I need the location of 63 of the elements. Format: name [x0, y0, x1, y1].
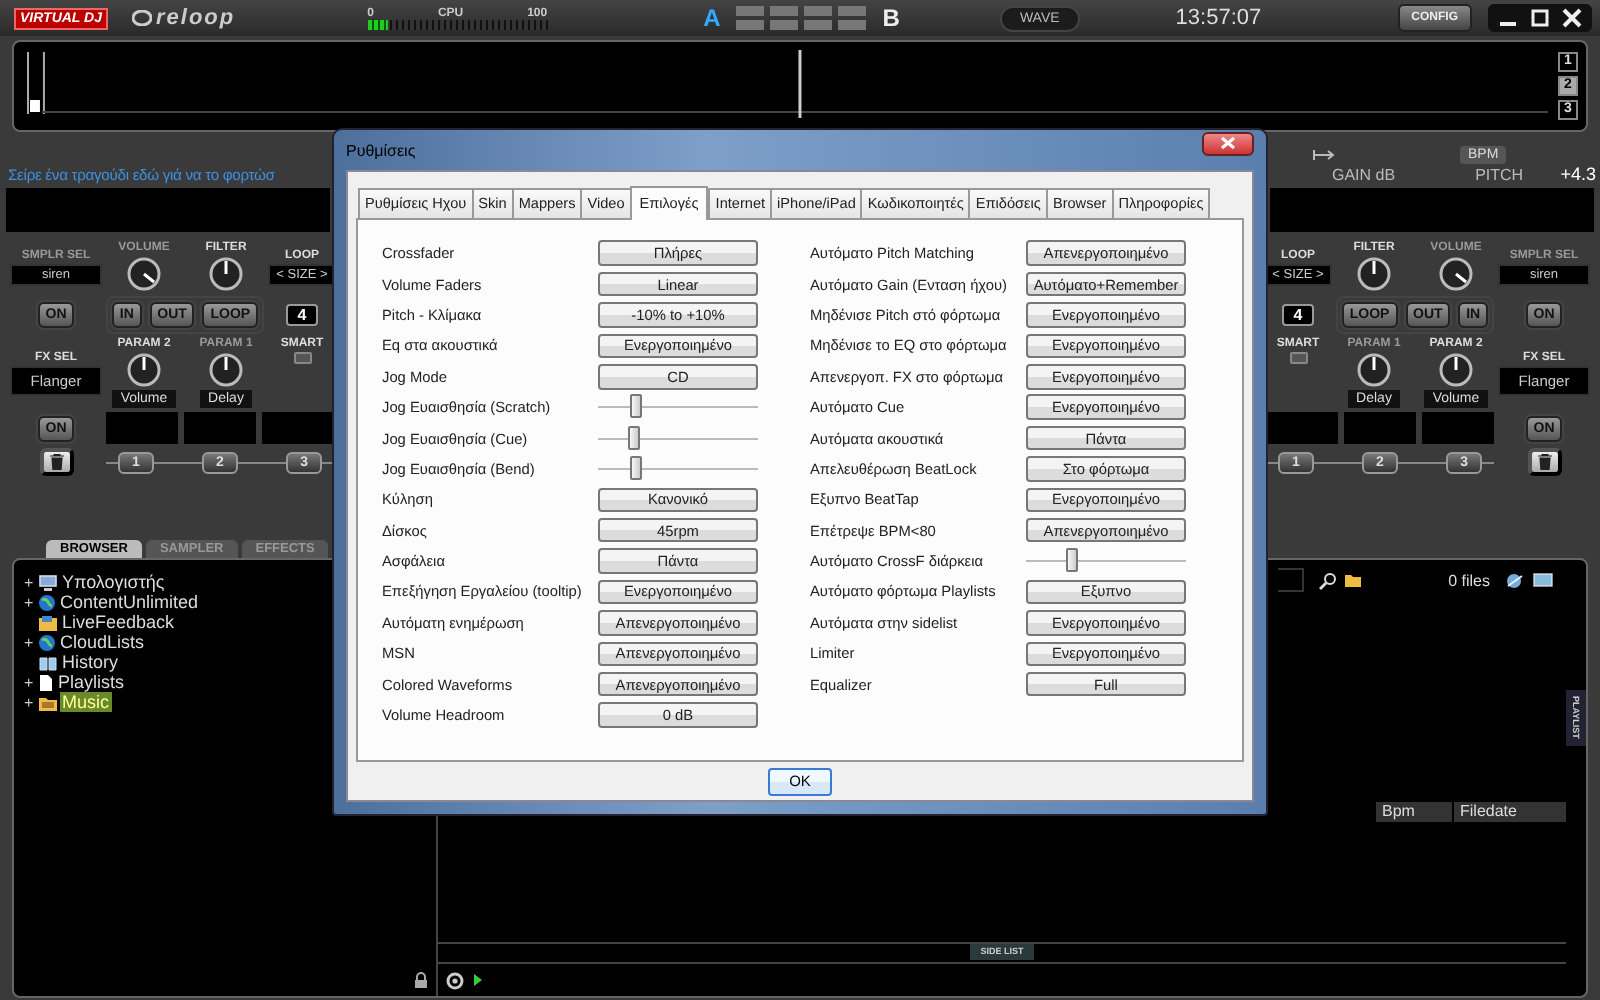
file-icon	[38, 673, 54, 691]
knob[interactable]	[1438, 256, 1474, 292]
close-button[interactable]	[1202, 132, 1254, 156]
play-icon[interactable]	[472, 972, 484, 988]
tree-item[interactable]: History	[60, 652, 121, 672]
tree-item[interactable]: LiveFeedback	[60, 612, 177, 632]
tree-item[interactable]: Playlists	[56, 672, 127, 692]
trash-icon	[1537, 454, 1551, 470]
column-header[interactable]: Bpm	[1376, 802, 1452, 822]
monitor-icon[interactable]	[1532, 571, 1554, 589]
expand-toggle[interactable]: +	[24, 633, 36, 651]
loop-length: 4	[1281, 304, 1315, 326]
clock: 13:57:07	[1175, 6, 1262, 30]
globe-icon	[38, 593, 56, 611]
knob[interactable]	[126, 256, 162, 292]
slider-thumb[interactable]	[1065, 548, 1078, 573]
expand-toggle[interactable]: +	[24, 573, 36, 591]
disc-icon[interactable]	[446, 971, 464, 989]
brand-logo: reloop	[155, 6, 236, 30]
smart-led[interactable]	[1289, 352, 1307, 364]
search-icon[interactable]	[1318, 571, 1339, 589]
file-count: 0 files	[1448, 571, 1490, 589]
pitch-value: +4.3	[1560, 164, 1596, 184]
computer-icon	[38, 573, 58, 591]
slider-thumb[interactable]	[630, 394, 643, 419]
slider-thumb[interactable]	[627, 425, 640, 450]
folder-icon[interactable]	[1344, 572, 1363, 588]
maximize-icon[interactable]	[1526, 6, 1554, 30]
trash-icon	[49, 454, 63, 470]
close-icon[interactable]	[1558, 6, 1586, 30]
book-icon	[38, 653, 58, 671]
trash-button[interactable]	[39, 448, 73, 476]
globe-icon	[38, 633, 56, 651]
dialog-title: Ρυθμίσεις	[346, 141, 416, 159]
knob[interactable]	[1438, 352, 1474, 388]
knob[interactable]	[208, 352, 244, 388]
expand-toggle[interactable]: +	[24, 693, 36, 711]
knob[interactable]	[126, 352, 162, 388]
tree-item[interactable]: ContentUnlimited	[58, 592, 201, 612]
arrow-icon[interactable]	[1312, 148, 1336, 162]
folder-icon	[38, 693, 58, 711]
knob[interactable]	[1356, 352, 1392, 388]
search-field[interactable]	[1278, 568, 1305, 592]
deck-a-label: A	[703, 4, 721, 32]
tree-item[interactable]: CloudLists	[58, 632, 147, 652]
deck-b-label: B	[882, 4, 900, 32]
lock-icon[interactable]	[414, 972, 428, 988]
expand-toggle[interactable]: +	[24, 593, 36, 611]
tree-item[interactable]: Music	[60, 692, 112, 712]
pitch-label: PITCH	[1475, 165, 1524, 183]
knob[interactable]	[208, 256, 244, 292]
tree-item[interactable]: Υπολογιστής	[60, 572, 167, 592]
folder-icon	[38, 613, 58, 631]
knob[interactable]	[1356, 256, 1392, 292]
globe-icon[interactable]	[1504, 571, 1526, 589]
column-header[interactable]: Filedate	[1454, 802, 1566, 822]
trash-button[interactable]	[1527, 448, 1561, 476]
slider-thumb[interactable]	[629, 455, 642, 480]
smart-led[interactable]	[293, 352, 311, 364]
gain-label: GAIN dB	[1332, 165, 1396, 183]
crossfader-pad-drawing	[736, 6, 867, 30]
loop-length: 4	[285, 304, 319, 326]
expand-toggle[interactable]: +	[24, 673, 36, 691]
